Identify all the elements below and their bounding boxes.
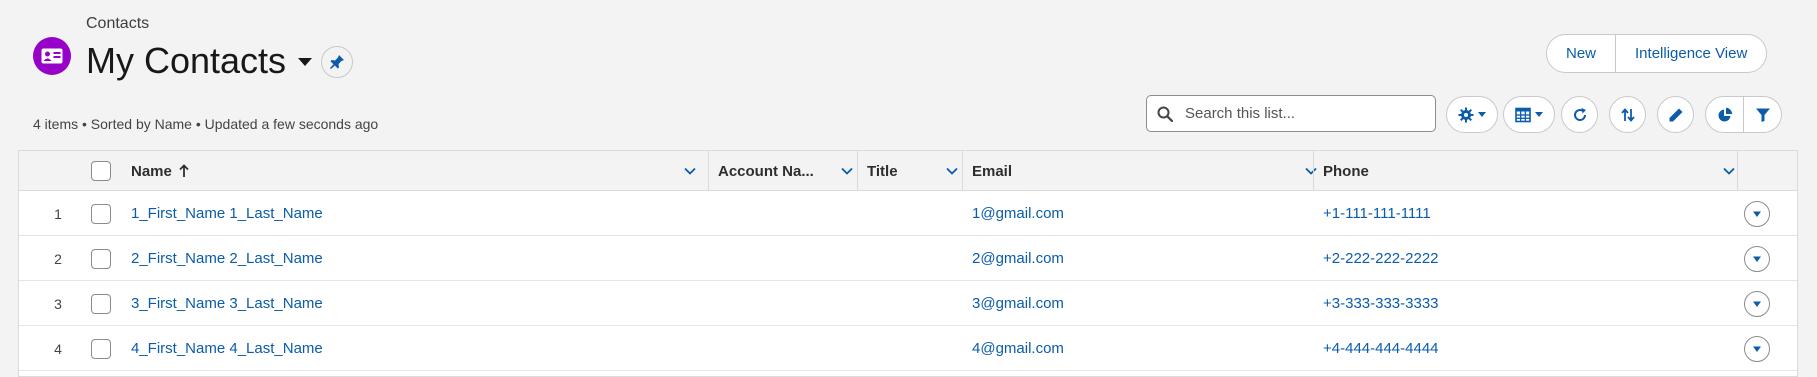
table-header: Name Account Na... Title Email Phone bbox=[19, 151, 1797, 191]
intelligence-view-button[interactable]: Intelligence View bbox=[1615, 35, 1766, 72]
chevron-down-icon[interactable] bbox=[945, 164, 959, 178]
column-header-account[interactable]: Account Na... bbox=[718, 151, 868, 191]
contact-name-link[interactable]: 2_First_Name 2_Last_Name bbox=[131, 236, 323, 281]
filter-button[interactable] bbox=[1744, 96, 1782, 133]
caret-down-icon bbox=[1753, 301, 1761, 307]
search-input[interactable] bbox=[1185, 105, 1425, 122]
column-label: Phone bbox=[1323, 162, 1369, 180]
caret-down-icon bbox=[298, 58, 313, 66]
pin-button[interactable] bbox=[321, 46, 353, 78]
list-settings-button[interactable] bbox=[1446, 96, 1498, 133]
contacts-table: Name Account Na... Title Email Phone 1 1… bbox=[18, 150, 1798, 377]
row-checkbox-cell bbox=[91, 236, 111, 281]
select-all-checkbox[interactable] bbox=[91, 161, 111, 181]
column-header-name[interactable]: Name bbox=[131, 151, 711, 191]
refresh-button[interactable] bbox=[1561, 96, 1598, 133]
page-header: Contacts My Contacts New Intelligence Vi… bbox=[0, 0, 1817, 150]
row-actions-cell bbox=[1744, 191, 1770, 236]
contact-card-icon bbox=[33, 37, 71, 75]
pie-chart-icon bbox=[1718, 107, 1732, 121]
column-label: Email bbox=[972, 162, 1013, 180]
list-view-selector[interactable]: My Contacts bbox=[86, 40, 313, 82]
caret-down-icon bbox=[1753, 211, 1761, 217]
table-row: 2 2_First_Name 2_Last_Name 2@gmail.com +… bbox=[19, 236, 1797, 281]
phone-link[interactable]: +3-333-333-3333 bbox=[1323, 281, 1439, 326]
table-icon bbox=[1515, 107, 1531, 122]
sort-button[interactable] bbox=[1609, 96, 1646, 133]
chevron-down-icon[interactable] bbox=[1722, 164, 1736, 178]
phone-link[interactable]: +1-111-111-1111 bbox=[1323, 191, 1431, 236]
caret-down-icon bbox=[1478, 112, 1486, 117]
column-header-title[interactable]: Title bbox=[867, 151, 973, 191]
pin-icon bbox=[330, 55, 344, 69]
row-checkbox-cell bbox=[91, 281, 111, 326]
row-checkbox[interactable] bbox=[91, 338, 111, 359]
row-actions-cell bbox=[1744, 281, 1770, 326]
row-number: 1 bbox=[54, 205, 62, 222]
sort-icon bbox=[1620, 107, 1635, 122]
search-icon bbox=[1157, 106, 1173, 122]
email-link[interactable]: 3@gmail.com bbox=[972, 281, 1064, 326]
row-checkbox[interactable] bbox=[91, 293, 111, 314]
display-as-button[interactable] bbox=[1503, 96, 1555, 133]
chevron-down-icon[interactable] bbox=[840, 164, 854, 178]
column-header-phone[interactable]: Phone bbox=[1323, 151, 1750, 191]
page-title: My Contacts bbox=[86, 40, 287, 81]
row-number: 4 bbox=[54, 340, 62, 357]
column-divider[interactable] bbox=[962, 151, 963, 191]
row-number: 2 bbox=[54, 250, 62, 267]
column-label: Title bbox=[867, 162, 898, 180]
row-checkbox-cell bbox=[91, 326, 111, 371]
row-checkbox[interactable] bbox=[91, 248, 111, 269]
phone-link[interactable]: +2-222-222-2222 bbox=[1323, 236, 1439, 281]
pencil-icon bbox=[1669, 108, 1682, 121]
email-link[interactable]: 4@gmail.com bbox=[972, 326, 1064, 371]
row-checkbox[interactable] bbox=[91, 203, 111, 224]
row-actions-cell bbox=[1744, 326, 1770, 371]
gear-icon bbox=[1458, 107, 1474, 122]
refresh-icon bbox=[1573, 107, 1586, 121]
row-actions-button[interactable] bbox=[1744, 245, 1770, 272]
charts-button[interactable] bbox=[1705, 96, 1744, 133]
new-button[interactable]: New bbox=[1547, 35, 1615, 72]
email-link[interactable]: 1@gmail.com bbox=[972, 191, 1064, 236]
column-label: Name bbox=[131, 162, 172, 180]
column-label: Account Na... bbox=[718, 162, 814, 180]
caret-down-icon bbox=[1753, 256, 1761, 262]
edit-list-button[interactable] bbox=[1657, 96, 1694, 133]
search-box bbox=[1146, 95, 1436, 132]
table-row: 4 4_First_Name 4_Last_Name 4@gmail.com +… bbox=[19, 326, 1797, 371]
row-actions-button[interactable] bbox=[1744, 335, 1770, 362]
arrow-up-icon bbox=[179, 164, 189, 177]
list-summary: 4 items • Sorted by Name • Updated a few… bbox=[33, 116, 379, 132]
chevron-down-icon[interactable] bbox=[683, 164, 697, 178]
contact-name-link[interactable]: 4_First_Name 4_Last_Name bbox=[131, 326, 323, 371]
phone-link[interactable]: +4-444-444-4444 bbox=[1323, 326, 1439, 371]
column-divider[interactable] bbox=[857, 151, 858, 191]
row-actions-button[interactable] bbox=[1744, 200, 1770, 227]
table-row: 3 3_First_Name 3_Last_Name 3@gmail.com +… bbox=[19, 281, 1797, 326]
table-row: 1 1_First_Name 1_Last_Name 1@gmail.com +… bbox=[19, 191, 1797, 236]
column-header-email[interactable]: Email bbox=[972, 151, 1332, 191]
caret-down-icon bbox=[1753, 346, 1761, 352]
header-actions: New Intelligence View bbox=[1546, 34, 1768, 73]
column-divider[interactable] bbox=[1313, 151, 1314, 191]
email-link[interactable]: 2@gmail.com bbox=[972, 236, 1064, 281]
caret-down-icon bbox=[1535, 112, 1543, 117]
row-actions-button[interactable] bbox=[1744, 290, 1770, 317]
contact-name-link[interactable]: 1_First_Name 1_Last_Name bbox=[131, 191, 323, 236]
chevron-down-icon[interactable] bbox=[1304, 164, 1318, 178]
row-number: 3 bbox=[54, 295, 62, 312]
object-label: Contacts bbox=[86, 15, 150, 32]
row-checkbox-cell bbox=[91, 191, 111, 236]
row-actions-cell bbox=[1744, 236, 1770, 281]
select-all-checkbox-cell bbox=[91, 151, 111, 191]
filter-icon bbox=[1755, 108, 1770, 122]
contact-name-link[interactable]: 3_First_Name 3_Last_Name bbox=[131, 281, 323, 326]
column-divider[interactable] bbox=[708, 151, 709, 191]
column-divider[interactable] bbox=[1737, 151, 1738, 191]
